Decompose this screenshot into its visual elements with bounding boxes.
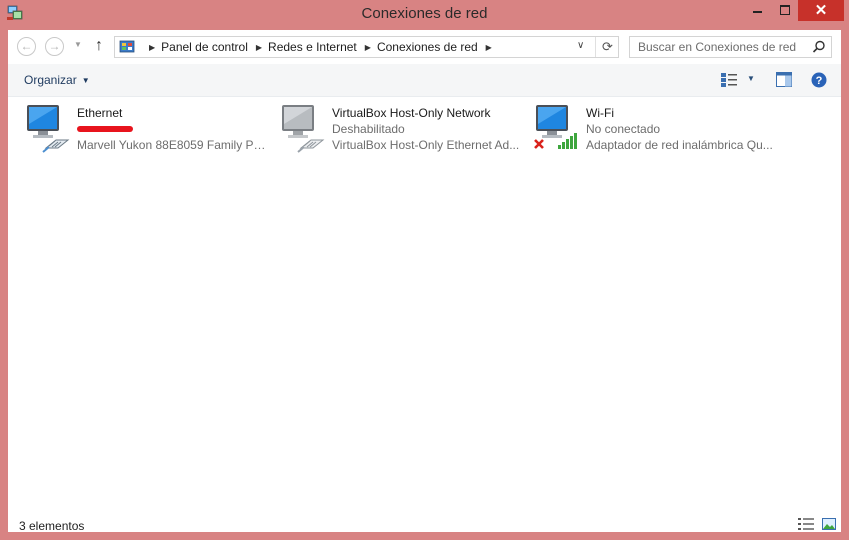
- connection-device: Adaptador de red inalámbrica Qu...: [586, 138, 773, 152]
- change-view-icon[interactable]: [721, 73, 737, 87]
- connection-text: Wi-Fi No conectado Adaptador de red inal…: [586, 105, 781, 153]
- title-bar[interactable]: Conexiones de red ✕: [0, 0, 849, 28]
- back-button[interactable]: ←: [17, 37, 36, 56]
- connection-device: Marvell Yukon 88E8059 Family PC...: [77, 138, 272, 152]
- connection-item-ethernet[interactable]: Ethernet Marvell Yukon 88E8059 Family PC…: [22, 102, 272, 158]
- connection-status: No conectado: [586, 122, 661, 136]
- breadcrumb: ▶ Panel de control ▶ Redes e Internet ▶ Conex…: [141, 40, 498, 54]
- refresh-button[interactable]: ⟳: [595, 37, 619, 57]
- recent-locations-chevron-icon[interactable]: ▼: [74, 40, 82, 49]
- connection-name: Wi-Fi: [586, 106, 614, 120]
- search-icon[interactable]: [812, 40, 826, 54]
- control-panel-icon: [119, 40, 135, 53]
- svg-text:?: ?: [816, 75, 823, 87]
- organize-menu-button[interactable]: Organizar ▼: [24, 73, 90, 87]
- connection-name: VirtualBox Host-Only Network: [332, 106, 491, 120]
- chevron-down-icon: ▼: [81, 76, 90, 85]
- connection-name: Ethernet: [77, 106, 123, 120]
- up-button[interactable]: ↑: [95, 37, 103, 55]
- address-history-dropdown-icon[interactable]: ∨: [577, 40, 584, 51]
- address-bar[interactable]: ▶ Panel de control ▶ Redes e Internet ▶ Conex…: [114, 36, 619, 58]
- close-icon: ✕: [814, 2, 828, 19]
- window: Conexiones de red ✕ ← → ▼ ↑ ▶ Panel de c…: [0, 0, 849, 540]
- preview-pane-icon[interactable]: [776, 72, 792, 87]
- navigation-row: ← → ▼ ↑ ▶ Panel de control ▶ Redes e Intern…: [8, 30, 841, 64]
- status-bar: 3 elementos: [8, 508, 841, 533]
- connection-status: Deshabilitado: [332, 122, 405, 136]
- breadcrumb-separator-icon[interactable]: ▶: [486, 43, 492, 52]
- breadcrumb-separator-icon[interactable]: ▶: [149, 43, 155, 52]
- ethernet-adapter-icon: [27, 105, 70, 153]
- view-options-dropdown-icon[interactable]: ▼: [747, 74, 755, 83]
- close-button[interactable]: ✕: [798, 0, 844, 21]
- item-count: 3 elementos: [19, 519, 85, 533]
- wireless-adapter-disconnected-icon: [534, 105, 577, 149]
- ethernet-adapter-disabled-icon: [282, 105, 325, 153]
- breadcrumb-item-conexiones-de-red[interactable]: Conexiones de red: [377, 40, 478, 54]
- connection-device: VirtualBox Host-Only Ethernet Ad...: [332, 138, 520, 152]
- connection-item-virtualbox[interactable]: VirtualBox Host-Only Network Deshabilita…: [277, 102, 527, 158]
- search-box[interactable]: Buscar en Conexiones de red: [629, 36, 832, 58]
- connection-text: Ethernet Marvell Yukon 88E8059 Family PC…: [77, 105, 272, 153]
- help-icon[interactable]: ?: [811, 72, 827, 88]
- details-view-icon[interactable]: [798, 518, 814, 530]
- large-icons-view-icon[interactable]: [822, 518, 836, 530]
- breadcrumb-separator-icon[interactable]: ▶: [365, 43, 371, 52]
- breadcrumb-item-panel-de-control[interactable]: Panel de control: [161, 40, 248, 54]
- redaction-mark: [77, 126, 133, 132]
- connections-list: Ethernet Marvell Yukon 88E8059 Family PC…: [8, 96, 841, 496]
- explorer-client: ← → ▼ ↑ ▶ Panel de control ▶ Redes e Intern…: [8, 30, 841, 533]
- maximize-button[interactable]: [771, 0, 798, 21]
- breadcrumb-separator-icon[interactable]: ▶: [256, 43, 262, 52]
- breadcrumb-item-redes-e-internet[interactable]: Redes e Internet: [268, 40, 357, 54]
- organize-label: Organizar: [24, 73, 77, 87]
- connection-item-wifi[interactable]: Wi-Fi No conectado Adaptador de red inal…: [531, 102, 781, 158]
- window-title: Conexiones de red: [361, 5, 488, 22]
- minimize-button[interactable]: [744, 0, 771, 21]
- command-bar: Organizar ▼ ▼ ?: [8, 64, 841, 97]
- search-placeholder: Buscar en Conexiones de red: [638, 40, 797, 54]
- connection-text: VirtualBox Host-Only Network Deshabilita…: [332, 105, 527, 153]
- connection-status-redacted: [77, 121, 272, 137]
- forward-button[interactable]: →: [45, 37, 64, 56]
